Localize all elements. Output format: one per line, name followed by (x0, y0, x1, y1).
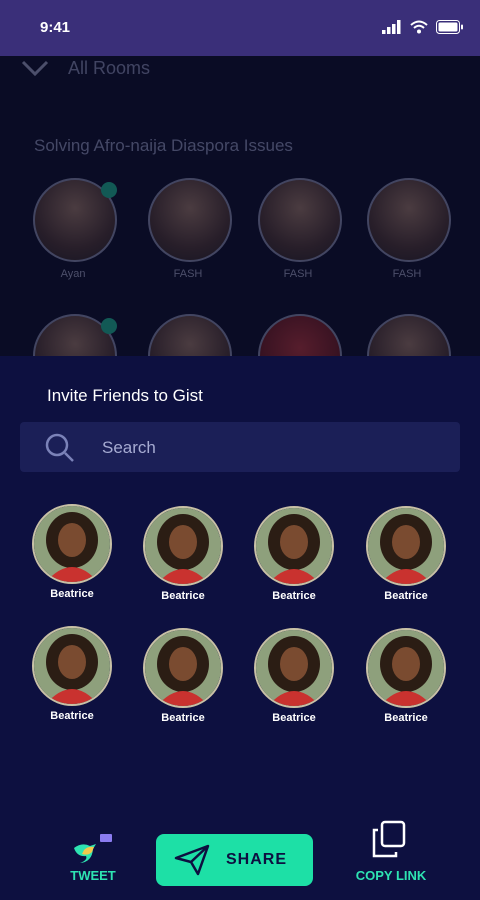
speaker-name: FASH (173, 268, 203, 280)
friend-avatar (32, 626, 112, 706)
friend-name: Beatrice (161, 712, 205, 724)
twitter-bird-icon (74, 834, 112, 863)
friend-name: Beatrice (384, 712, 428, 724)
listener-avatar[interactable] (367, 314, 451, 356)
chevron-down-icon[interactable] (20, 56, 50, 80)
wifi-icon (410, 20, 428, 34)
friend-name: Beatrice (384, 590, 428, 602)
speaker-name: FASH (283, 268, 313, 280)
status-time: 9:41 (40, 19, 71, 36)
speaker-avatar[interactable] (258, 178, 342, 262)
cellular-signal-icon (382, 20, 401, 34)
bottom-actions: TWEET SHARE COPY LINK (0, 808, 480, 900)
friend-item[interactable]: Beatrice (244, 506, 344, 616)
listener-avatar[interactable] (258, 314, 342, 356)
battery-icon (436, 20, 463, 34)
friend-avatar (143, 506, 223, 586)
online-indicator (101, 182, 117, 198)
friend-item[interactable]: Beatrice (22, 626, 122, 736)
friend-item[interactable]: Beatrice (356, 628, 456, 738)
friend-avatar (366, 506, 446, 586)
speaker-avatar[interactable] (367, 178, 451, 262)
friend-item[interactable]: Beatrice (22, 504, 122, 614)
friend-avatar (254, 506, 334, 586)
all-rooms-label[interactable]: All Rooms (68, 58, 150, 79)
friend-avatar (32, 504, 112, 584)
friend-item[interactable]: Beatrice (133, 628, 233, 738)
copy-link-button[interactable]: COPY LINK (346, 820, 436, 892)
friend-name: Beatrice (50, 710, 94, 722)
listener-avatar[interactable] (33, 314, 117, 356)
friend-avatar (143, 628, 223, 708)
speaker-avatar[interactable] (148, 178, 232, 262)
online-indicator (101, 318, 117, 334)
room-background: All Rooms Solving Afro-naija Diaspora Is… (0, 56, 480, 356)
friend-avatar (366, 628, 446, 708)
paper-plane-icon (174, 844, 210, 876)
listener-avatar[interactable] (148, 314, 232, 356)
friend-name: Beatrice (272, 590, 316, 602)
status-bar: 9:41 (0, 0, 480, 56)
copy-link-label: COPY LINK (355, 868, 427, 883)
share-button[interactable]: SHARE (156, 834, 313, 886)
room-dimmed-content: All Rooms Solving Afro-naija Diaspora Is… (0, 56, 480, 356)
tweet-button[interactable]: TWEET (60, 832, 126, 892)
tweet-label: TWEET (70, 868, 116, 883)
invite-title: Invite Friends to Gist (47, 386, 203, 405)
speaker-name: Ayan (60, 268, 86, 280)
speaker-name: FASH (392, 268, 422, 280)
friend-item[interactable]: Beatrice (244, 628, 344, 738)
share-label: SHARE (226, 851, 288, 868)
search-input[interactable] (100, 431, 444, 465)
friend-avatar (254, 628, 334, 708)
search-icon (45, 433, 74, 462)
status-icons (382, 20, 464, 34)
speaker-avatar[interactable] (33, 178, 117, 262)
friend-item[interactable]: Beatrice (356, 506, 456, 616)
friend-name: Beatrice (272, 712, 316, 724)
search-bar[interactable] (20, 422, 460, 472)
room-title: Solving Afro-naija Diaspora Issues (34, 136, 293, 155)
friend-item[interactable]: Beatrice (133, 506, 233, 616)
friend-name: Beatrice (161, 590, 205, 602)
copy-icon (372, 820, 406, 858)
friend-name: Beatrice (50, 588, 94, 600)
